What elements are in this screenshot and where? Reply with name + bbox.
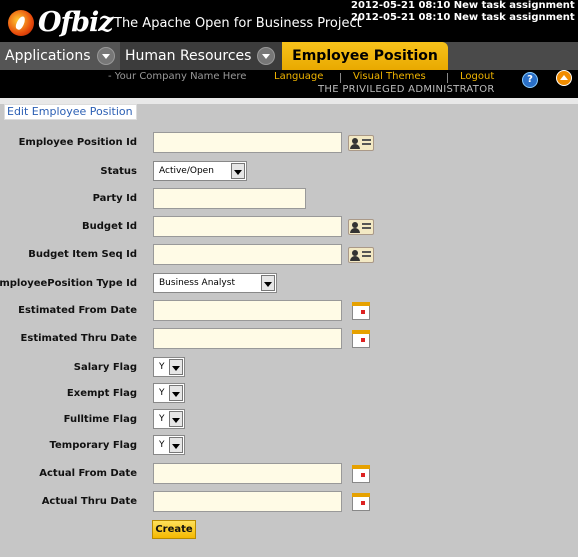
actual-from-date-input[interactable] bbox=[153, 463, 342, 484]
estimated-from-date-input[interactable] bbox=[153, 300, 342, 321]
fulltime-flag-select[interactable]: Y bbox=[153, 409, 185, 429]
visual-themes-link[interactable]: Visual Themes bbox=[353, 71, 426, 82]
chevron-down-icon[interactable] bbox=[96, 47, 115, 65]
form-title: Edit Employee Position bbox=[4, 104, 137, 120]
nav-divider bbox=[447, 73, 448, 83]
tab-applications-label: Applications bbox=[5, 48, 91, 64]
actual-thru-date-input[interactable] bbox=[153, 491, 342, 512]
field-row-actual-from-date: Actual From Date bbox=[0, 463, 578, 487]
nav-divider bbox=[340, 73, 341, 83]
employee-position-type-select[interactable]: Business Analyst bbox=[153, 273, 277, 293]
field-label: Temporary Flag bbox=[49, 440, 138, 451]
field-row-exempt-flag: Exempt Flag Y bbox=[0, 383, 578, 407]
field-label: Actual From Date bbox=[39, 468, 137, 479]
temporary-flag-select[interactable]: Y bbox=[153, 435, 185, 455]
tab-human-resources-label: Human Resources bbox=[125, 48, 252, 64]
party-id-input[interactable] bbox=[153, 188, 306, 209]
field-label: Party Id bbox=[92, 193, 137, 204]
logo-text: Ofbiz bbox=[38, 7, 114, 38]
calendar-icon[interactable] bbox=[352, 330, 370, 348]
tab-applications[interactable]: Applications bbox=[0, 42, 120, 70]
salary-flag-select[interactable]: Y bbox=[153, 357, 185, 377]
chevron-down-icon[interactable] bbox=[169, 385, 183, 401]
user-name: THE PRIVILEGED ADMINISTRATOR bbox=[318, 84, 495, 95]
budget-item-seq-id-input[interactable] bbox=[153, 244, 342, 265]
field-row-temporary-flag: Temporary Flag Y bbox=[0, 435, 578, 459]
chevron-down-icon[interactable] bbox=[169, 437, 183, 453]
field-label: Exempt Flag bbox=[66, 388, 137, 399]
notification-item[interactable]: 2012-05-21 08:10 New task assignment bbox=[351, 0, 575, 12]
ofbiz-logo-icon bbox=[8, 10, 34, 36]
user-subbar: - Your Company Name Here Language Visual… bbox=[0, 70, 578, 98]
field-row-estimated-from-date: Estimated From Date bbox=[0, 300, 578, 324]
budget-id-input[interactable] bbox=[153, 216, 342, 237]
company-name: - Your Company Name Here bbox=[108, 71, 247, 82]
help-icon[interactable]: ? bbox=[522, 72, 538, 88]
field-row-actual-thru-date: Actual Thru Date bbox=[0, 491, 578, 515]
tab-employee-position[interactable]: Employee Position bbox=[282, 42, 448, 70]
lookup-icon[interactable] bbox=[348, 247, 374, 263]
field-label: Budget Item Seq Id bbox=[28, 249, 137, 260]
salary-flag-value: Y bbox=[159, 362, 165, 372]
language-link[interactable]: Language bbox=[274, 71, 323, 82]
notification-item[interactable]: 2012-05-21 08:10 New task assignment bbox=[351, 12, 575, 24]
notification-list: 2012-05-21 08:10 New task assignment 201… bbox=[351, 0, 575, 24]
chevron-down-icon[interactable] bbox=[257, 47, 276, 65]
lookup-icon[interactable] bbox=[348, 219, 374, 235]
status-value: Active/Open bbox=[159, 166, 214, 176]
field-row-budget-id: Budget Id bbox=[0, 216, 578, 240]
field-label: Status bbox=[100, 166, 137, 177]
exempt-flag-value: Y bbox=[159, 388, 165, 398]
chevron-down-icon[interactable] bbox=[169, 359, 183, 375]
field-label: Budget Id bbox=[82, 221, 137, 232]
field-label: Estimated From Date bbox=[18, 305, 137, 316]
calendar-icon[interactable] bbox=[352, 302, 370, 320]
chevron-down-icon[interactable] bbox=[169, 411, 183, 427]
collapse-header-icon[interactable] bbox=[556, 70, 572, 86]
field-row-employee-position-id: Employee Position Id bbox=[0, 132, 578, 156]
field-row-salary-flag: Salary Flag Y bbox=[0, 357, 578, 381]
field-row-budget-item-seq-id: Budget Item Seq Id bbox=[0, 244, 578, 268]
field-label: Fulltime Flag bbox=[63, 414, 137, 425]
chevron-down-icon[interactable] bbox=[261, 275, 275, 291]
field-label: Employee Position Id bbox=[18, 137, 137, 148]
tab-human-resources[interactable]: Human Resources bbox=[120, 42, 282, 70]
calendar-icon[interactable] bbox=[352, 493, 370, 511]
calendar-icon[interactable] bbox=[352, 465, 370, 483]
employee-position-id-input[interactable] bbox=[153, 132, 342, 153]
lookup-icon[interactable] bbox=[348, 135, 374, 151]
estimated-thru-date-input[interactable] bbox=[153, 328, 342, 349]
exempt-flag-select[interactable]: Y bbox=[153, 383, 185, 403]
field-row-status: Status Active/Open bbox=[0, 161, 578, 185]
chevron-down-icon[interactable] bbox=[231, 163, 245, 179]
application-tabbar: Applications Human Resources Employee Po… bbox=[0, 42, 578, 70]
temporary-flag-value: Y bbox=[159, 440, 165, 450]
create-button[interactable]: Create bbox=[152, 520, 196, 539]
fulltime-flag-value: Y bbox=[159, 414, 165, 424]
tab-employee-position-label: Employee Position bbox=[292, 48, 438, 64]
field-label: Estimated Thru Date bbox=[20, 333, 137, 344]
site-title: The Apache Open for Business Project bbox=[114, 16, 362, 31]
field-label: Actual Thru Date bbox=[41, 496, 137, 507]
field-label: Salary Flag bbox=[73, 362, 137, 373]
app-header: Ofbiz The Apache Open for Business Proje… bbox=[0, 0, 578, 42]
field-row-employee-position-type-id: EmployeePosition Type Id Business Analys… bbox=[0, 273, 578, 297]
field-row-party-id: Party Id bbox=[0, 188, 578, 212]
logout-link[interactable]: Logout bbox=[460, 71, 494, 82]
status-select[interactable]: Active/Open bbox=[153, 161, 247, 181]
field-row-fulltime-flag: Fulltime Flag Y bbox=[0, 409, 578, 433]
employee-position-type-value: Business Analyst bbox=[159, 278, 235, 288]
field-label: EmployeePosition Type Id bbox=[0, 278, 137, 289]
field-row-estimated-thru-date: Estimated Thru Date bbox=[0, 328, 578, 352]
ofbiz-logo[interactable]: Ofbiz bbox=[4, 4, 114, 38]
